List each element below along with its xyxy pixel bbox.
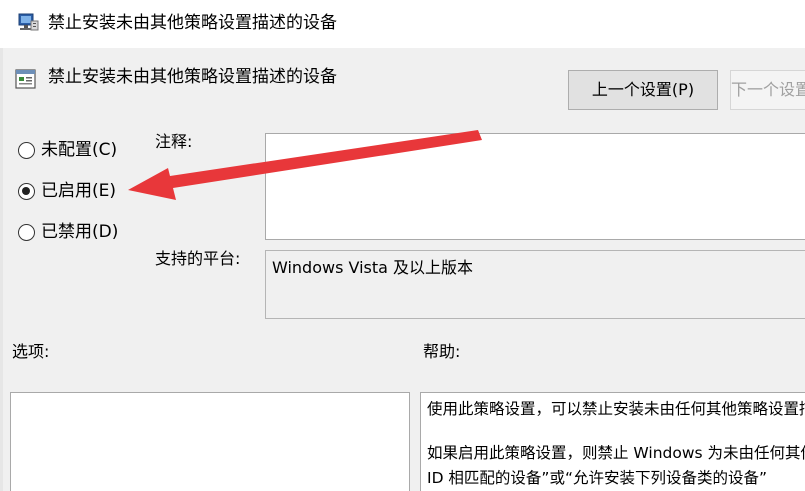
help-line-1: 使用此策略设置，可以禁止安装未由任何其他策略设置描述的设备。 <box>427 400 805 418</box>
radio-label-not-configured: 未配置(C) <box>41 140 118 160</box>
options-label: 选项: <box>12 342 50 361</box>
radio-disabled[interactable]: 已禁用(D) <box>18 219 118 245</box>
radio-label-enabled: 已启用(E) <box>41 181 117 201</box>
comment-textarea[interactable] <box>265 133 805 240</box>
help-label: 帮助: <box>423 342 461 361</box>
radio-not-configured[interactable]: 未配置(C) <box>18 137 117 163</box>
window-title: 禁止安装未由其他策略设置描述的设备 <box>48 13 337 33</box>
radio-enabled[interactable]: 已启用(E) <box>18 178 116 204</box>
window-left-border <box>0 48 3 491</box>
supported-platform-value: Windows Vista 及以上版本 <box>272 258 474 277</box>
next-setting-button[interactable]: 下一个设置(N) <box>730 70 805 110</box>
supported-platform-label: 支持的平台: <box>155 249 241 268</box>
radio-circle[interactable] <box>18 223 35 241</box>
policy-window-icon <box>16 12 40 34</box>
window-titlebar: 禁止安装未由其他策略设置描述的设备 <box>0 0 805 48</box>
radio-circle[interactable] <box>18 141 35 159</box>
policy-title: 禁止安装未由其他策略设置描述的设备 <box>48 67 337 87</box>
help-line-3: 如果启用此策略设置，则禁止 Windows 为未由任何其他策略设置描述的设备安装… <box>427 444 805 462</box>
help-text-area: 使用此策略设置，可以禁止安装未由任何其他策略设置描述的设备。 如果启用此策略设置… <box>421 393 805 491</box>
radio-circle-checked[interactable] <box>18 182 35 200</box>
comment-label: 注释: <box>155 132 193 151</box>
policy-setting-icon <box>14 67 38 91</box>
options-panel[interactable] <box>10 392 410 491</box>
radio-label-disabled: 已禁用(D) <box>41 222 119 242</box>
help-line-4: ID 相匹配的设备”或“允许安装下列设备类的设备” <box>427 469 768 487</box>
previous-setting-button[interactable]: 上一个设置(P) <box>568 70 718 110</box>
